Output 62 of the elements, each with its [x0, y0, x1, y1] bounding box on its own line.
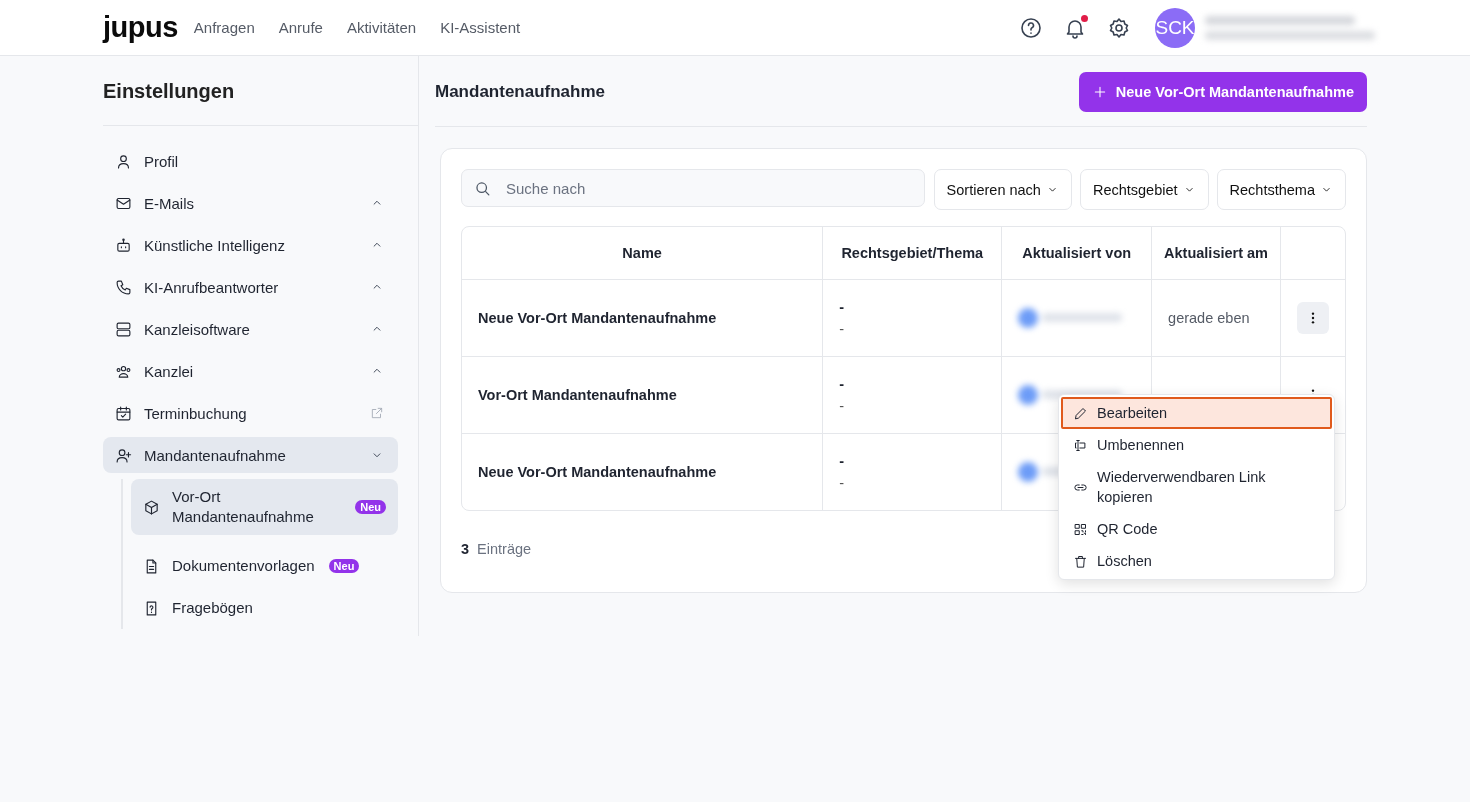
sidebar-item[interactable]: Künstliche Intelligenz: [103, 227, 398, 263]
calendar-icon: [115, 404, 132, 422]
user-plus-icon: [115, 446, 132, 464]
filter-dropdown[interactable]: Sortieren nach: [933, 169, 1072, 210]
sidebar-subitem[interactable]: Vor-Ort Mandantenaufnahme Neu: [131, 479, 398, 535]
column-header: Name: [462, 227, 823, 279]
column-header: Rechtsgebiet/Thema: [822, 227, 1002, 279]
legal-topic-text: -: [839, 396, 846, 416]
table-cell: Vor-Ort Mandantenaufnahme: [462, 356, 823, 433]
external-link-icon: [370, 406, 384, 420]
new-badge: Neu: [355, 500, 386, 514]
nav-link[interactable]: Anfragen: [193, 19, 255, 36]
sidebar-subitem[interactable]: Dokumentenvorlagen Neu: [131, 545, 398, 587]
nav-link[interactable]: Aktivitäten: [346, 19, 417, 36]
qr-code-icon: [1073, 521, 1088, 537]
rename-icon: [1073, 437, 1088, 453]
menu-item[interactable]: Wiederverwendbaren Link kopieren: [1061, 461, 1332, 513]
table-cell: Neue Vor-Ort Mandantenaufnahme: [462, 433, 823, 510]
nav-link[interactable]: Anrufe: [278, 19, 323, 36]
settings-icon[interactable]: [1107, 15, 1131, 40]
help-icon[interactable]: [1019, 15, 1043, 40]
cube-icon: [143, 498, 160, 516]
sidebar-title: Einstellungen: [103, 56, 418, 126]
new-intake-button[interactable]: Neue Vor-Ort Mandantenaufnahme: [1078, 71, 1367, 112]
sidebar-item[interactable]: Kanzlei: [103, 353, 398, 389]
phone-icon: [115, 278, 132, 296]
search-field[interactable]: Suche nach: [461, 169, 925, 207]
logo[interactable]: jupus: [103, 11, 178, 44]
sidebar-item[interactable]: Profil: [103, 143, 398, 179]
user-icon: [115, 152, 132, 170]
column-header: Aktualisiert von: [1001, 227, 1152, 279]
column-header: Aktualisiert am: [1151, 227, 1281, 279]
sidebar-item[interactable]: Terminbuchung: [103, 395, 398, 431]
menu-item[interactable]: Löschen: [1061, 545, 1332, 577]
filter-dropdown[interactable]: Rechtsthema: [1216, 169, 1346, 210]
search-icon: [473, 179, 492, 198]
entry-label: Einträge: [477, 541, 532, 557]
legal-area-text: -: [839, 451, 846, 471]
trash-icon: [1073, 553, 1088, 569]
sidebar-item[interactable]: E-Mails: [103, 185, 398, 221]
sidebar-subitem[interactable]: Fragebögen: [131, 587, 398, 629]
avatar[interactable]: SCK: [1155, 7, 1195, 48]
table-cell: gerade eben: [1168, 309, 1250, 326]
menu-item[interactable]: Bearbeiten: [1061, 397, 1332, 429]
sidebar-item[interactable]: Kanzleisoftware: [103, 311, 398, 347]
pencil-icon: [1073, 405, 1088, 421]
sidebar-item[interactable]: Mandantenaufnahme: [103, 437, 398, 473]
nav-link[interactable]: KI-Assistent: [440, 19, 521, 36]
entry-count: 3: [461, 541, 470, 557]
menu-item[interactable]: Umbenennen: [1061, 429, 1332, 461]
filter-dropdown[interactable]: Rechtsgebiet: [1079, 169, 1209, 210]
sidebar-item[interactable]: KI-Anrufbeantworter: [103, 269, 398, 305]
legal-topic-text: -: [839, 473, 846, 493]
new-badge: Neu: [328, 559, 360, 573]
page-title: Mandantenaufnahme: [435, 81, 606, 102]
legal-area-text: -: [839, 297, 846, 317]
legal-area-text: -: [839, 374, 846, 394]
menu-item[interactable]: QR Code: [1061, 513, 1332, 545]
robot-icon: [115, 236, 132, 254]
table-cell: Neue Vor-Ort Mandantenaufnahme: [462, 279, 823, 356]
legal-topic-text: -: [839, 319, 846, 339]
server-icon: [115, 320, 132, 338]
